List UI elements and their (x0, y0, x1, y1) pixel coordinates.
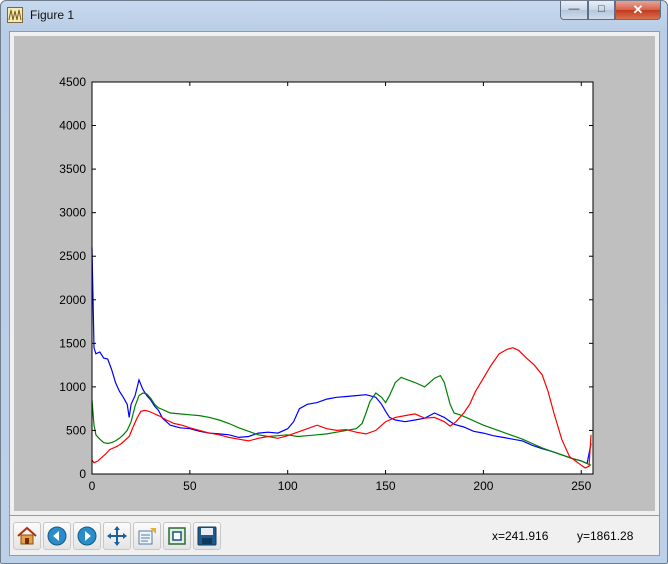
maximize-button[interactable]: □ (588, 1, 615, 20)
app-icon (7, 7, 23, 23)
plot-svg[interactable]: 0 50 100 150 200 2500500100015002000250030003… (14, 36, 655, 511)
y-coordinate-readout: y=1861.28 (577, 529, 634, 543)
y-tick-label: 4000 (59, 119, 86, 133)
figure-area: 0 50 100 150 200 250 0 500 1000 1500 2000 2500 3000 3… (9, 31, 660, 516)
y-tick-label: 4500 (59, 75, 86, 89)
y-tick-label: 1500 (59, 336, 86, 350)
back-icon (47, 526, 67, 546)
minimize-button[interactable]: — (560, 1, 588, 20)
y-tick-label: 2500 (59, 249, 86, 263)
pan-button[interactable] (103, 522, 131, 550)
save-icon (197, 526, 217, 546)
axes-background (92, 82, 593, 474)
y-tick-label: 0 (79, 467, 86, 481)
y-tick-label: 3000 (59, 206, 86, 220)
figure-window: Figure 1 — □ ✕ 0 50 100 150 200 250 0 500 1000 15… (0, 0, 668, 564)
y-tick-label: 500 (66, 423, 86, 437)
figure-canvas[interactable]: 0 50 100 150 200 250 0 500 1000 1500 2000 2500 3000 3… (14, 36, 655, 511)
zoom-button[interactable] (163, 522, 191, 550)
title-bar[interactable]: Figure 1 — □ ✕ (1, 1, 667, 31)
navigation-toolbar: x=241.916 y=1861.28 (9, 516, 660, 556)
forward-icon (77, 526, 97, 546)
x-tick-label: 150 (376, 479, 396, 493)
zoom-icon (168, 527, 186, 545)
y-tick-label: 1000 (59, 380, 86, 394)
forward-button[interactable] (73, 522, 101, 550)
close-button[interactable]: ✕ (615, 1, 661, 20)
x-tick-label: 250 (571, 479, 591, 493)
x-coordinate-readout: x=241.916 (492, 529, 549, 543)
save-button[interactable] (193, 522, 221, 550)
x-tick-label: 100 (278, 479, 298, 493)
x-tick-label: 200 (473, 479, 493, 493)
back-button[interactable] (43, 522, 71, 550)
y-tick-label: 2000 (59, 293, 86, 307)
x-tick-label: 50 (183, 479, 197, 493)
x-tick-label: 0 (89, 479, 96, 493)
home-button[interactable] (13, 522, 41, 550)
y-tick-label: 3500 (59, 162, 86, 176)
configure-subplots-icon (138, 528, 156, 545)
window-title: Figure 1 (30, 8, 75, 22)
pan-icon (107, 526, 127, 546)
configure-subplots-button[interactable] (133, 522, 161, 550)
home-icon (17, 526, 37, 545)
